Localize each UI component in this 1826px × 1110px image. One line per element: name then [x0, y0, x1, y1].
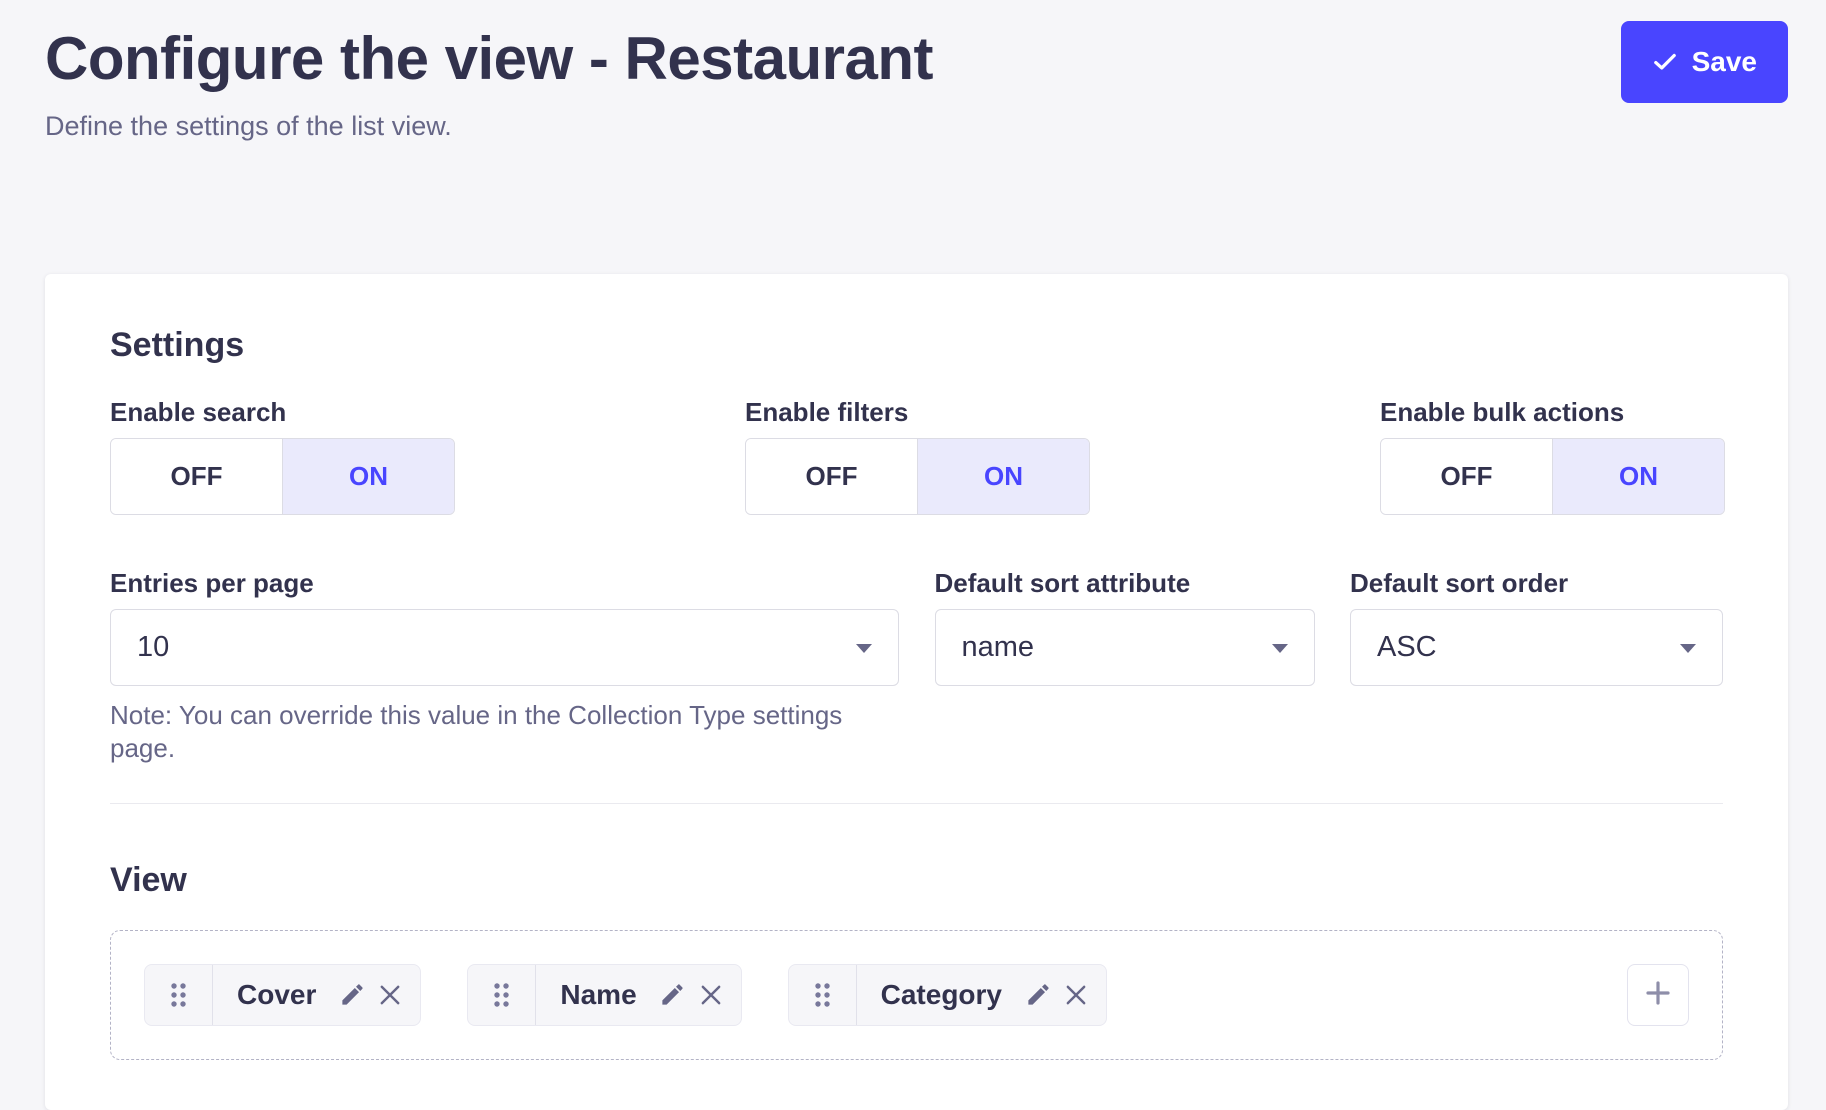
header: Configure the view - Restaurant Define t… [0, 0, 1826, 144]
page-subtitle: Define the settings of the list view. [45, 110, 933, 144]
save-button-label: Save [1692, 46, 1757, 78]
enable-search-field: Enable search OFF ON [110, 396, 455, 515]
toggle-row: Enable search OFF ON Enable filters OFF … [110, 396, 1723, 515]
check-icon [1652, 49, 1678, 75]
displayed-fields-drop-zone: Cover Name [110, 930, 1723, 1060]
field-label: Entries per page [110, 567, 899, 599]
select-value: name [962, 631, 1035, 664]
enable-filters-field: Enable filters OFF ON [745, 396, 1090, 515]
select-row: Entries per page 10 Note: You can overri… [110, 567, 1723, 764]
field-label: Default sort attribute [935, 567, 1315, 599]
header-text: Configure the view - Restaurant Define t… [45, 21, 933, 144]
field-chip-label: Name [560, 979, 636, 1011]
entries-per-page-field: Entries per page 10 Note: You can overri… [110, 567, 899, 764]
remove-x-icon[interactable] [1060, 979, 1092, 1011]
field-label: Enable bulk actions [1380, 396, 1725, 428]
section-divider [110, 803, 1723, 804]
enable-search-toggle: OFF ON [110, 438, 455, 515]
field-chip-cover[interactable]: Cover [144, 964, 421, 1026]
field-label: Default sort order [1350, 567, 1723, 599]
edit-pencil-icon[interactable] [657, 979, 689, 1011]
remove-x-icon[interactable] [374, 979, 406, 1011]
field-label: Enable filters [745, 396, 1090, 428]
default-sort-order-field: Default sort order ASC [1350, 567, 1723, 764]
save-button[interactable]: Save [1621, 21, 1788, 103]
field-chip-category[interactable]: Category [788, 964, 1107, 1026]
field-label: Enable search [110, 396, 455, 428]
page-title: Configure the view - Restaurant [45, 21, 933, 96]
enable-filters-toggle: OFF ON [745, 438, 1090, 515]
toggle-off-option[interactable]: OFF [111, 439, 282, 514]
chevron-down-icon [1272, 644, 1288, 653]
toggle-off-option[interactable]: OFF [746, 439, 917, 514]
drag-handle-icon[interactable] [145, 965, 213, 1025]
toggle-on-option[interactable]: ON [1552, 439, 1724, 514]
view-heading: View [110, 859, 1723, 902]
field-chip-name[interactable]: Name [467, 964, 741, 1026]
drag-handle-icon[interactable] [468, 965, 536, 1025]
add-field-button[interactable] [1627, 964, 1689, 1026]
entries-per-page-hint: Note: You can override this value in the… [110, 699, 899, 764]
entries-per-page-select[interactable]: 10 [110, 609, 899, 686]
edit-pencil-icon[interactable] [1022, 979, 1054, 1011]
edit-pencil-icon[interactable] [336, 979, 368, 1011]
toggle-off-option[interactable]: OFF [1381, 439, 1552, 514]
select-value: ASC [1377, 631, 1437, 664]
toggle-on-option[interactable]: ON [282, 439, 454, 514]
field-chip-label: Cover [237, 979, 316, 1011]
select-value: 10 [137, 631, 169, 664]
remove-x-icon[interactable] [695, 979, 727, 1011]
toggle-on-option[interactable]: ON [917, 439, 1089, 514]
configure-view-page: Configure the view - Restaurant Define t… [0, 0, 1826, 1086]
plus-icon [1642, 977, 1674, 1012]
settings-card: Settings Enable search OFF ON Enable fil… [45, 274, 1788, 1110]
field-chip-label: Category [881, 979, 1002, 1011]
enable-bulk-actions-toggle: OFF ON [1380, 438, 1725, 515]
drag-handle-icon[interactable] [789, 965, 857, 1025]
settings-heading: Settings [110, 324, 1723, 367]
default-sort-order-select[interactable]: ASC [1350, 609, 1723, 686]
enable-bulk-actions-field: Enable bulk actions OFF ON [1380, 396, 1725, 515]
chevron-down-icon [856, 644, 872, 653]
chevron-down-icon [1680, 644, 1696, 653]
default-sort-attribute-select[interactable]: name [935, 609, 1315, 686]
default-sort-attribute-field: Default sort attribute name [935, 567, 1315, 764]
